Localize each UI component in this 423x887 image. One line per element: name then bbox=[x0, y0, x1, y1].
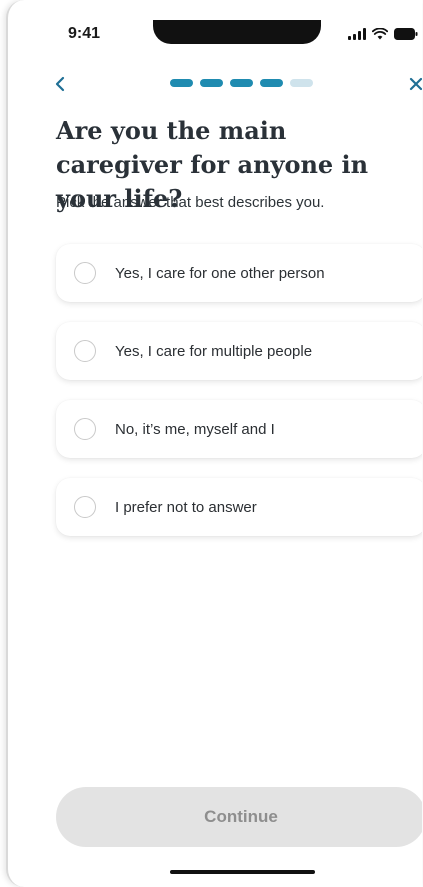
progress-step-current bbox=[260, 79, 283, 87]
answer-option-label: Yes, I care for one other person bbox=[115, 264, 325, 282]
progress-indicator bbox=[170, 79, 313, 87]
answer-option-no[interactable]: No, it’s me, myself and I bbox=[56, 400, 422, 458]
answer-option-multiple-people[interactable]: Yes, I care for multiple people bbox=[56, 322, 422, 380]
close-button[interactable] bbox=[404, 72, 422, 96]
radio-button[interactable] bbox=[74, 340, 96, 362]
close-icon bbox=[409, 77, 422, 91]
signal-icon bbox=[348, 28, 366, 40]
radio-button[interactable] bbox=[74, 496, 96, 518]
status-time: 9:41 bbox=[68, 25, 101, 42]
phone-screen: 9:41 Are you the main caregiver for anyo… bbox=[6, 0, 422, 887]
status-icons bbox=[348, 26, 418, 40]
question-subtitle: Pick the answer that best describes you. bbox=[56, 194, 325, 211]
answer-option-label: No, it’s me, myself and I bbox=[115, 420, 275, 438]
wifi-icon bbox=[372, 28, 388, 40]
progress-step-complete bbox=[170, 79, 193, 87]
back-button[interactable] bbox=[48, 72, 72, 96]
radio-button[interactable] bbox=[74, 262, 96, 284]
battery-icon bbox=[394, 28, 418, 40]
answer-option-prefer-not[interactable]: I prefer not to answer bbox=[56, 478, 422, 536]
home-indicator bbox=[170, 870, 315, 874]
answer-option-one-person[interactable]: Yes, I care for one other person bbox=[56, 244, 422, 302]
progress-step-complete bbox=[200, 79, 223, 87]
answer-option-label: I prefer not to answer bbox=[115, 498, 257, 516]
progress-step-upcoming bbox=[290, 79, 313, 87]
chevron-left-icon bbox=[55, 76, 65, 92]
device-notch bbox=[153, 20, 321, 44]
progress-step-complete bbox=[230, 79, 253, 87]
answer-option-label: Yes, I care for multiple people bbox=[115, 342, 313, 360]
continue-button[interactable]: Continue bbox=[56, 787, 422, 847]
radio-button[interactable] bbox=[74, 418, 96, 440]
